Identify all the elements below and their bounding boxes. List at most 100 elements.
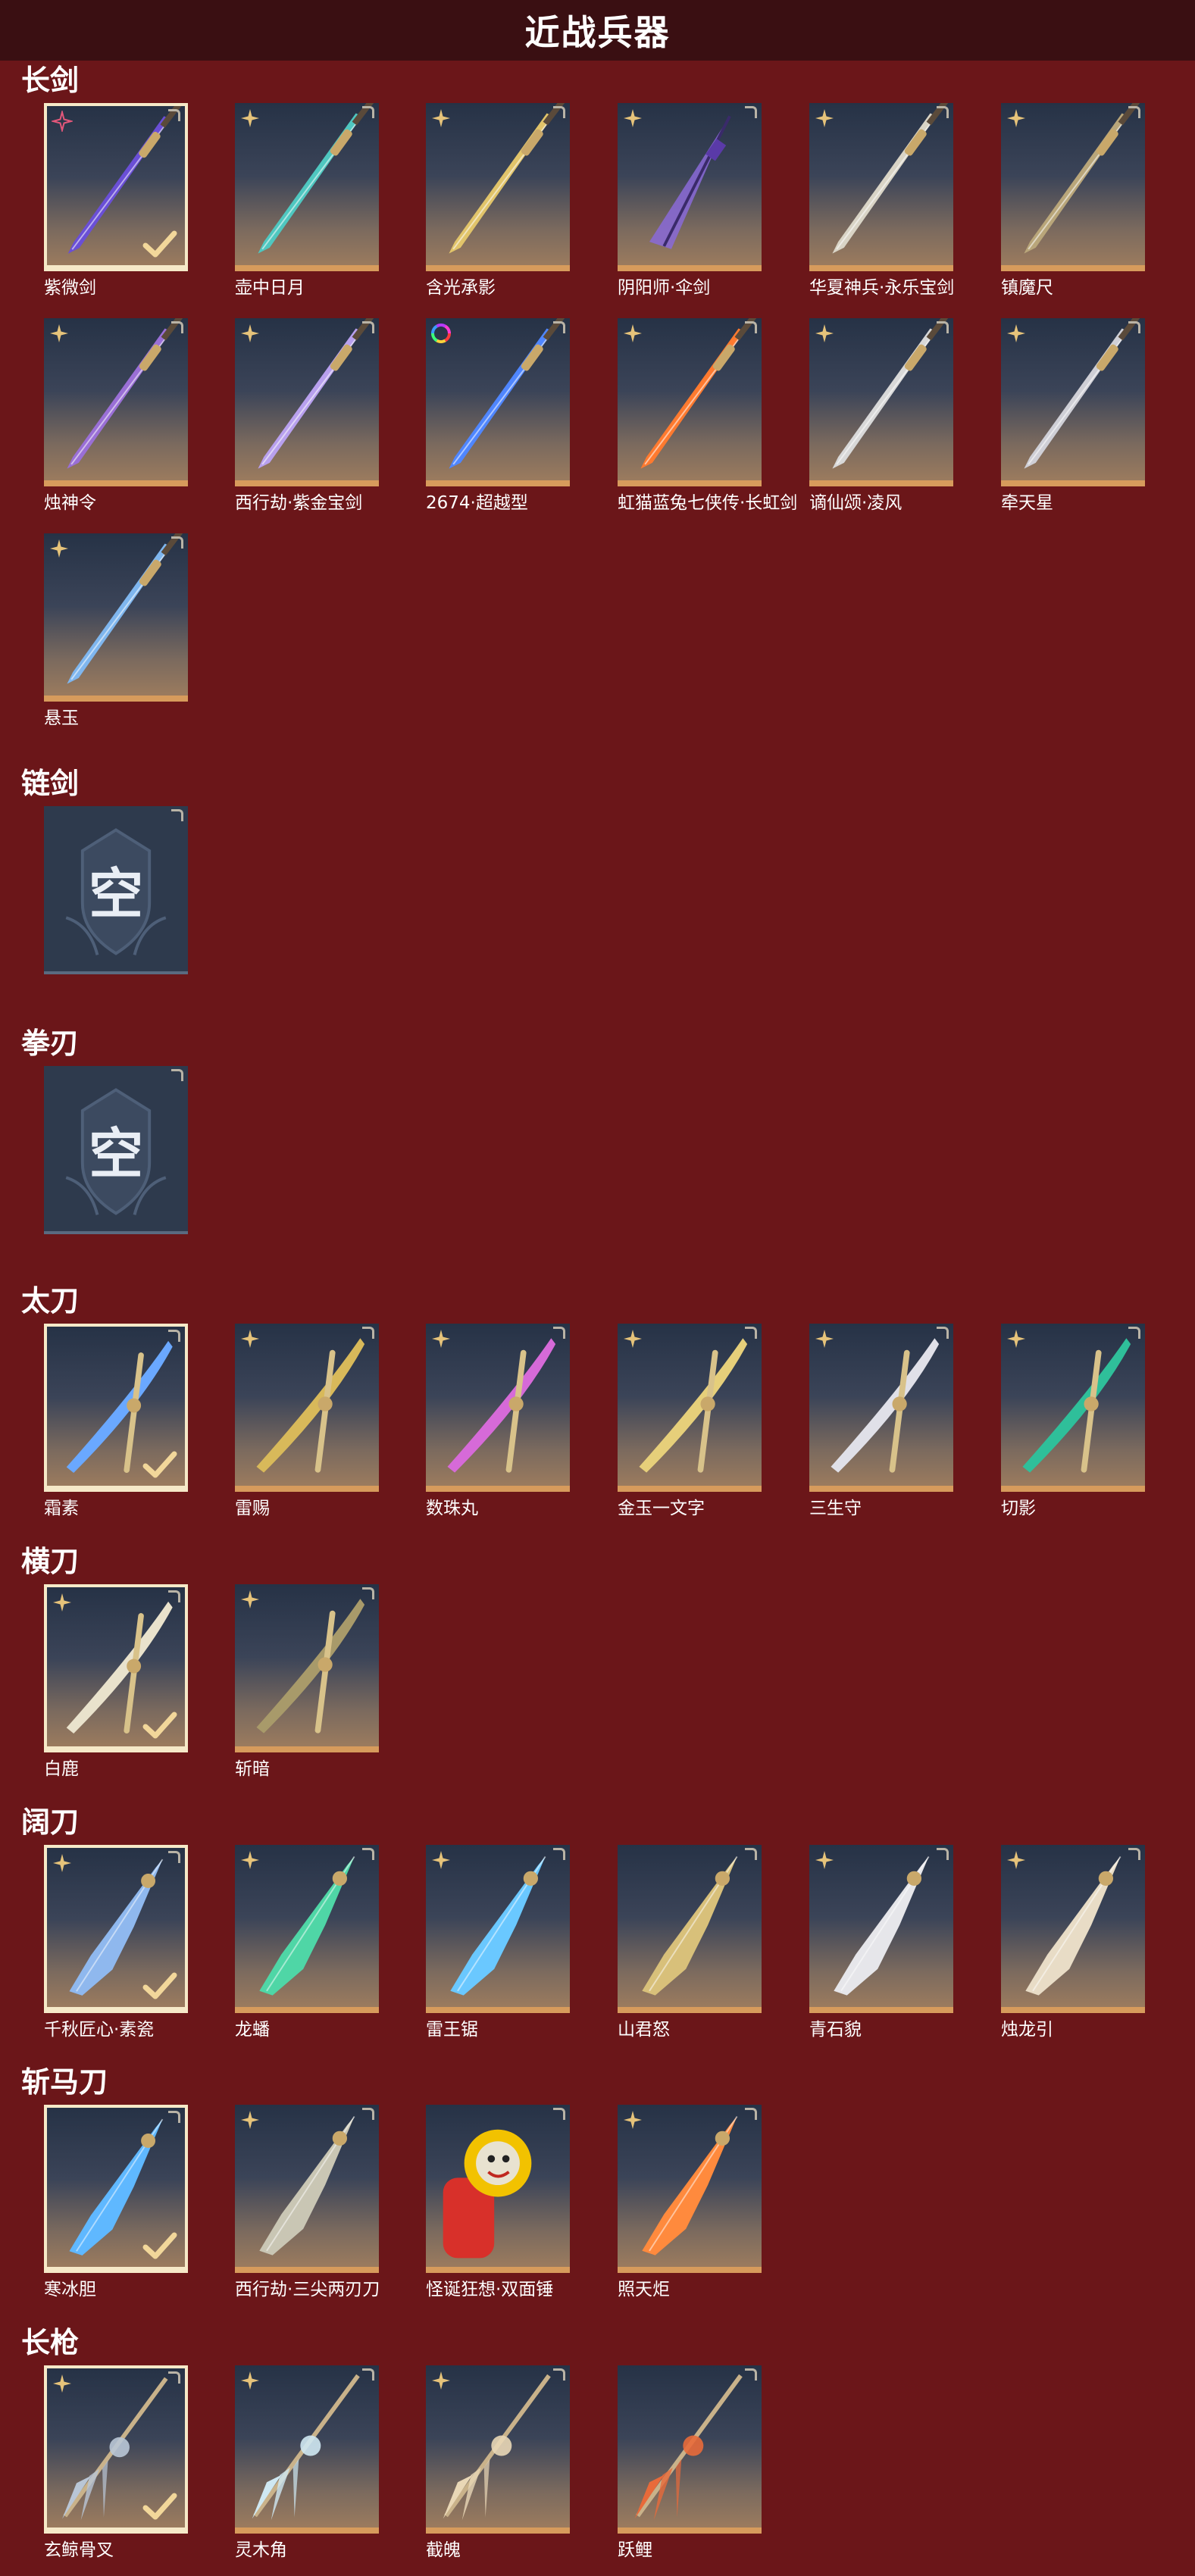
weapon-item[interactable]: 壶中日月 — [235, 103, 386, 299]
checkmark-icon — [142, 2232, 177, 2259]
weapon-name: 玄鲸骨叉 — [44, 2540, 114, 2560]
weapon-item[interactable]: 霜素 — [44, 1324, 196, 1519]
section-title: 横刀 — [21, 1545, 80, 1578]
weapon-item[interactable]: 金玉一文字 — [618, 1324, 769, 1519]
weapon-item[interactable]: 斩暗 — [235, 1584, 386, 1780]
weapon-card[interactable] — [426, 2105, 570, 2273]
weapon-card[interactable] — [235, 1845, 379, 2013]
weapon-name: 山君怒 — [618, 2020, 670, 2040]
weapon-card[interactable] — [618, 103, 762, 271]
weapon-name: 白鹿 — [44, 1759, 79, 1779]
weapon-item[interactable]: 西行劫·三尖两刃刀 — [235, 2105, 386, 2300]
empty-slot[interactable]: 空 — [44, 806, 196, 974]
weapon-card[interactable] — [235, 1324, 379, 1492]
empty-slot[interactable]: 空 — [44, 1066, 196, 1234]
weapon-item[interactable]: 千秋匠心·素瓷 — [44, 1845, 196, 2040]
weapon-item[interactable]: 紫微剑 — [44, 103, 196, 299]
section-title: 太刀 — [21, 1284, 80, 1318]
corner-bracket-icon — [745, 2368, 757, 2381]
weapon-item[interactable]: 照天炬 — [618, 2105, 769, 2300]
weapon-card[interactable] — [426, 2365, 570, 2534]
weapon-card[interactable] — [426, 318, 570, 486]
weapon-card[interactable] — [235, 2365, 379, 2534]
weapon-item[interactable]: 龙蟠 — [235, 1845, 386, 2040]
weapon-item[interactable]: 山君怒 — [618, 1845, 769, 2040]
weapon-item[interactable]: 白鹿 — [44, 1584, 196, 1780]
weapon-item[interactable]: 怪诞狂想·双面锤 — [426, 2105, 577, 2300]
weapon-card[interactable] — [809, 103, 953, 271]
corner-bracket-icon — [171, 809, 183, 821]
weapon-item[interactable]: 切影 — [1001, 1324, 1153, 1519]
weapon-item[interactable]: 寒冰胆 — [44, 2105, 196, 2300]
weapon-name: 西行劫·三尖两刃刀 — [235, 2280, 380, 2299]
weapon-card[interactable] — [44, 2105, 188, 2273]
gold-star-icon — [624, 109, 642, 127]
weapon-item[interactable]: 牵天星 — [1001, 318, 1153, 514]
weapon-card[interactable] — [809, 318, 953, 486]
weapon-card[interactable] — [618, 2365, 762, 2534]
weapon-item[interactable]: 烛龙引 — [1001, 1845, 1153, 2040]
weapon-card[interactable] — [618, 2105, 762, 2273]
weapon-item[interactable]: 悬玉 — [44, 533, 196, 729]
weapon-item[interactable]: 2674·超越型 — [426, 318, 577, 514]
weapon-name: 华夏神兵·永乐宝剑 — [809, 278, 955, 298]
weapon-card[interactable] — [1001, 318, 1145, 486]
gold-star-icon — [815, 1851, 834, 1869]
weapon-card[interactable] — [44, 1845, 188, 2013]
weapon-item[interactable]: 华夏神兵·永乐宝剑 — [809, 103, 961, 299]
weapon-item[interactable]: 数珠丸 — [426, 1324, 577, 1519]
weapon-card[interactable] — [235, 103, 379, 271]
rainbow-ring-icon — [431, 324, 451, 343]
weapon-card[interactable] — [235, 318, 379, 486]
weapon-card[interactable] — [1001, 1845, 1145, 2013]
weapon-card[interactable] — [44, 1584, 188, 1752]
weapon-item[interactable]: 阴阳师·伞剑 — [618, 103, 769, 299]
weapon-item[interactable]: 西行劫·紫金宝剑 — [235, 318, 386, 514]
weapon-card[interactable] — [44, 1324, 188, 1492]
weapon-item[interactable]: 截魄 — [426, 2365, 577, 2561]
weapon-card[interactable] — [426, 1845, 570, 2013]
corner-bracket-icon — [937, 321, 949, 333]
weapon-card[interactable] — [426, 103, 570, 271]
weapon-item[interactable]: 烛神令 — [44, 318, 196, 514]
weapon-card[interactable] — [235, 1584, 379, 1752]
corner-bracket-icon — [745, 1327, 757, 1339]
weapon-card[interactable] — [1001, 1324, 1145, 1492]
weapon-card[interactable] — [1001, 103, 1145, 271]
weapon-card[interactable] — [809, 1845, 953, 2013]
weapon-item[interactable]: 灵木角 — [235, 2365, 386, 2561]
empty-slot-card[interactable]: 空 — [44, 1066, 188, 1234]
corner-bracket-icon — [937, 1848, 949, 1860]
weapon-card[interactable] — [44, 2365, 188, 2534]
gold-star-icon — [1007, 109, 1025, 127]
weapon-card[interactable] — [44, 103, 188, 271]
weapon-card[interactable] — [618, 1324, 762, 1492]
corner-bracket-icon — [171, 321, 183, 333]
weapon-item[interactable]: 镇魔尺 — [1001, 103, 1153, 299]
weapon-name: 悬玉 — [44, 708, 79, 728]
weapon-item[interactable]: 谪仙颂·凌风 — [809, 318, 961, 514]
checkmark-icon — [142, 1451, 177, 1478]
weapon-item[interactable]: 青石貌 — [809, 1845, 961, 2040]
weapon-item[interactable]: 三生守 — [809, 1324, 961, 1519]
weapon-card[interactable] — [44, 318, 188, 486]
gold-star-icon — [53, 1854, 71, 1872]
weapon-item[interactable]: 雷赐 — [235, 1324, 386, 1519]
weapon-name: 灵木角 — [235, 2540, 287, 2560]
weapon-item[interactable]: 跃鲤 — [618, 2365, 769, 2561]
weapon-name: 雷王锯 — [426, 2020, 478, 2040]
empty-slot-card[interactable]: 空 — [44, 806, 188, 974]
corner-bracket-icon — [553, 321, 565, 333]
weapon-item[interactable]: 玄鲸骨叉 — [44, 2365, 196, 2561]
weapon-card[interactable] — [235, 2105, 379, 2273]
gold-star-icon — [432, 1851, 450, 1869]
weapon-card[interactable] — [618, 1845, 762, 2013]
weapon-card[interactable] — [426, 1324, 570, 1492]
weapon-item[interactable]: 雷王锯 — [426, 1845, 577, 2040]
weapon-card[interactable] — [44, 533, 188, 702]
weapon-item[interactable]: 含光承影 — [426, 103, 577, 299]
weapon-card[interactable] — [809, 1324, 953, 1492]
checkmark-icon — [142, 230, 177, 258]
weapon-card[interactable] — [618, 318, 762, 486]
weapon-item[interactable]: 虹猫蓝兔七侠传·长虹剑 — [618, 318, 797, 514]
